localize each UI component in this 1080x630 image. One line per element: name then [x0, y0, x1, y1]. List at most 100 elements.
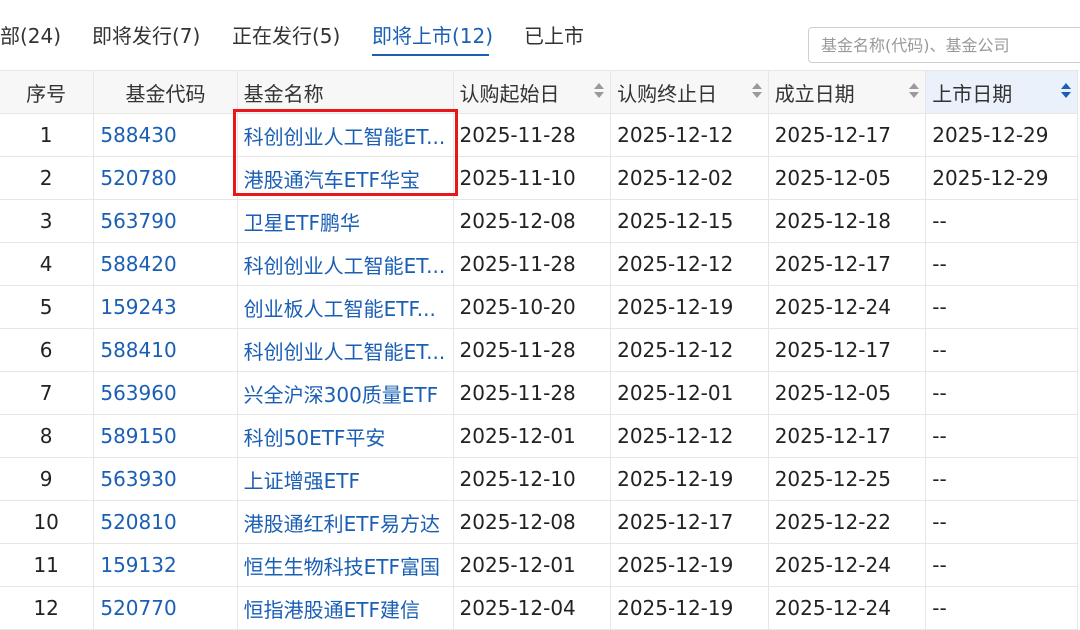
table-row: 4 588420 科创创业人工智能ET... 2025-11-28 2025-12-12… [0, 242, 1078, 286]
fund-name-link[interactable]: 兴全沪深300质量ETF [236, 371, 454, 415]
established-date: 2025-12-24 [767, 586, 927, 630]
header-subscription-start[interactable]: 认购起始日 [452, 70, 612, 114]
subscription-end-date: 2025-12-19 [610, 285, 769, 329]
established-date: 2025-12-22 [767, 500, 927, 544]
subscription-end-date: 2025-12-12 [610, 113, 769, 157]
header-fund-code: 基金代码 [93, 70, 238, 114]
row-index: 6 [0, 328, 95, 372]
row-index: 10 [0, 500, 95, 544]
fund-name-link[interactable]: 创业板人工智能ETF... [236, 285, 454, 329]
row-index: 7 [0, 371, 95, 415]
fund-code-link[interactable]: 563960 [93, 371, 238, 415]
header-index: 序号 [0, 70, 95, 114]
tab-upcoming-issue[interactable]: 即将发行(7) [92, 22, 200, 50]
listing-date: -- [925, 543, 1078, 587]
fund-name-link[interactable]: 科创50ETF平安 [236, 414, 454, 458]
established-date: 2025-12-17 [767, 414, 927, 458]
table-row: 9 563930 上证增强ETF 2025-12-10 2025-12-19 2025-1… [0, 457, 1078, 501]
established-date: 2025-12-25 [767, 457, 927, 501]
fund-search-input[interactable] [808, 27, 1080, 63]
table-row: 12 520770 恒指港股通ETF建信 2025-12-04 2025-12-19 20… [0, 586, 1078, 630]
subscription-start-date: 2025-11-28 [452, 113, 612, 157]
tab-listed[interactable]: 已上市 [524, 22, 584, 50]
established-date: 2025-12-18 [767, 199, 927, 243]
subscription-start-date: 2025-12-01 [452, 414, 612, 458]
row-index: 1 [0, 113, 95, 157]
fund-code-link[interactable]: 159243 [93, 285, 238, 329]
listing-date: 2025-12-29 [925, 113, 1078, 157]
listing-date: -- [925, 457, 1078, 501]
listing-date: -- [925, 414, 1078, 458]
table-row: 2 520780 港股通汽车ETF华宝 2025-11-10 2025-12-02 202… [0, 156, 1078, 200]
sort-arrows-icon[interactable] [751, 81, 762, 101]
listing-date: -- [925, 586, 1078, 630]
subscription-start-date: 2025-11-10 [452, 156, 612, 200]
listing-date: -- [925, 199, 1078, 243]
fund-name-link[interactable]: 科创创业人工智能ET... [236, 328, 454, 372]
sort-arrows-icon[interactable] [594, 81, 605, 101]
header-listing-date[interactable]: 上市日期 [925, 70, 1078, 114]
subscription-end-date: 2025-12-19 [610, 543, 769, 587]
established-date: 2025-12-17 [767, 242, 927, 286]
fund-code-link[interactable]: 520780 [93, 156, 238, 200]
fund-code-link[interactable]: 588410 [93, 328, 238, 372]
row-index: 4 [0, 242, 95, 286]
subscription-start-date: 2025-12-04 [452, 586, 612, 630]
fund-name-link[interactable]: 恒指港股通ETF建信 [236, 586, 454, 630]
header-subscription-end-label: 认购终止日 [617, 81, 718, 106]
fund-name-link[interactable]: 科创创业人工智能ET... [236, 113, 454, 157]
established-date: 2025-12-17 [767, 113, 927, 157]
subscription-start-date: 2025-11-28 [452, 371, 612, 415]
listing-date: 2025-12-29 [925, 156, 1078, 200]
subscription-end-date: 2025-12-19 [610, 586, 769, 630]
listing-date: -- [925, 371, 1078, 415]
listing-date: -- [925, 500, 1078, 544]
header-subscription-end[interactable]: 认购终止日 [610, 70, 769, 114]
row-index: 8 [0, 414, 95, 458]
fund-code-link[interactable]: 588420 [93, 242, 238, 286]
fund-table: 序号 基金代码 基金名称 认购起始日 认购终止日 成立日期 上市日期 1 5884… [0, 70, 1078, 630]
tab-all[interactable]: 部(24) [0, 22, 61, 50]
listing-date: -- [925, 242, 1078, 286]
subscription-start-date: 2025-12-08 [452, 199, 612, 243]
listing-date: -- [925, 285, 1078, 329]
sort-arrows-icon[interactable] [909, 81, 920, 101]
fund-name-link[interactable]: 港股通红利ETF易方达 [236, 500, 454, 544]
subscription-end-date: 2025-12-02 [610, 156, 769, 200]
listing-date: -- [925, 328, 1078, 372]
fund-name-link[interactable]: 恒生生物科技ETF富国 [236, 543, 454, 587]
subscription-start-date: 2025-11-28 [452, 328, 612, 372]
fund-code-link[interactable]: 589150 [93, 414, 238, 458]
established-date: 2025-12-05 [767, 156, 927, 200]
header-established-date-label: 成立日期 [774, 81, 855, 106]
established-date: 2025-12-24 [767, 543, 927, 587]
table-row: 11 159132 恒生生物科技ETF富国 2025-12-01 2025-12-19 2… [0, 543, 1078, 587]
header-fund-name: 基金名称 [236, 70, 454, 114]
fund-code-link[interactable]: 520810 [93, 500, 238, 544]
tab-upcoming-listing[interactable]: 即将上市(12) [372, 22, 493, 50]
header-established-date[interactable]: 成立日期 [767, 70, 927, 114]
fund-code-link[interactable]: 520770 [93, 586, 238, 630]
established-date: 2025-12-05 [767, 371, 927, 415]
table-row: 1 588430 科创创业人工智能ET... 2025-11-28 2025-12-12… [0, 113, 1078, 157]
subscription-end-date: 2025-12-12 [610, 328, 769, 372]
table-header-row: 序号 基金代码 基金名称 认购起始日 认购终止日 成立日期 上市日期 [0, 70, 1078, 114]
table-row: 10 520810 港股通红利ETF易方达 2025-12-08 2025-12-17 2… [0, 500, 1078, 544]
fund-code-link[interactable]: 159132 [93, 543, 238, 587]
fund-code-link[interactable]: 588430 [93, 113, 238, 157]
tab-issuing[interactable]: 正在发行(5) [232, 22, 340, 50]
fund-name-link[interactable]: 港股通汽车ETF华宝 [236, 156, 454, 200]
subscription-end-date: 2025-12-12 [610, 414, 769, 458]
row-index: 2 [0, 156, 95, 200]
fund-code-link[interactable]: 563930 [93, 457, 238, 501]
fund-code-link[interactable]: 563790 [93, 199, 238, 243]
subscription-end-date: 2025-12-19 [610, 457, 769, 501]
fund-name-link[interactable]: 卫星ETF鹏华 [236, 199, 454, 243]
sort-arrows-icon[interactable] [1061, 81, 1071, 101]
subscription-end-date: 2025-12-12 [610, 242, 769, 286]
established-date: 2025-12-24 [767, 285, 927, 329]
fund-name-link[interactable]: 上证增强ETF [236, 457, 454, 501]
row-index: 11 [0, 543, 95, 587]
fund-name-link[interactable]: 科创创业人工智能ET... [236, 242, 454, 286]
row-index: 5 [0, 285, 95, 329]
